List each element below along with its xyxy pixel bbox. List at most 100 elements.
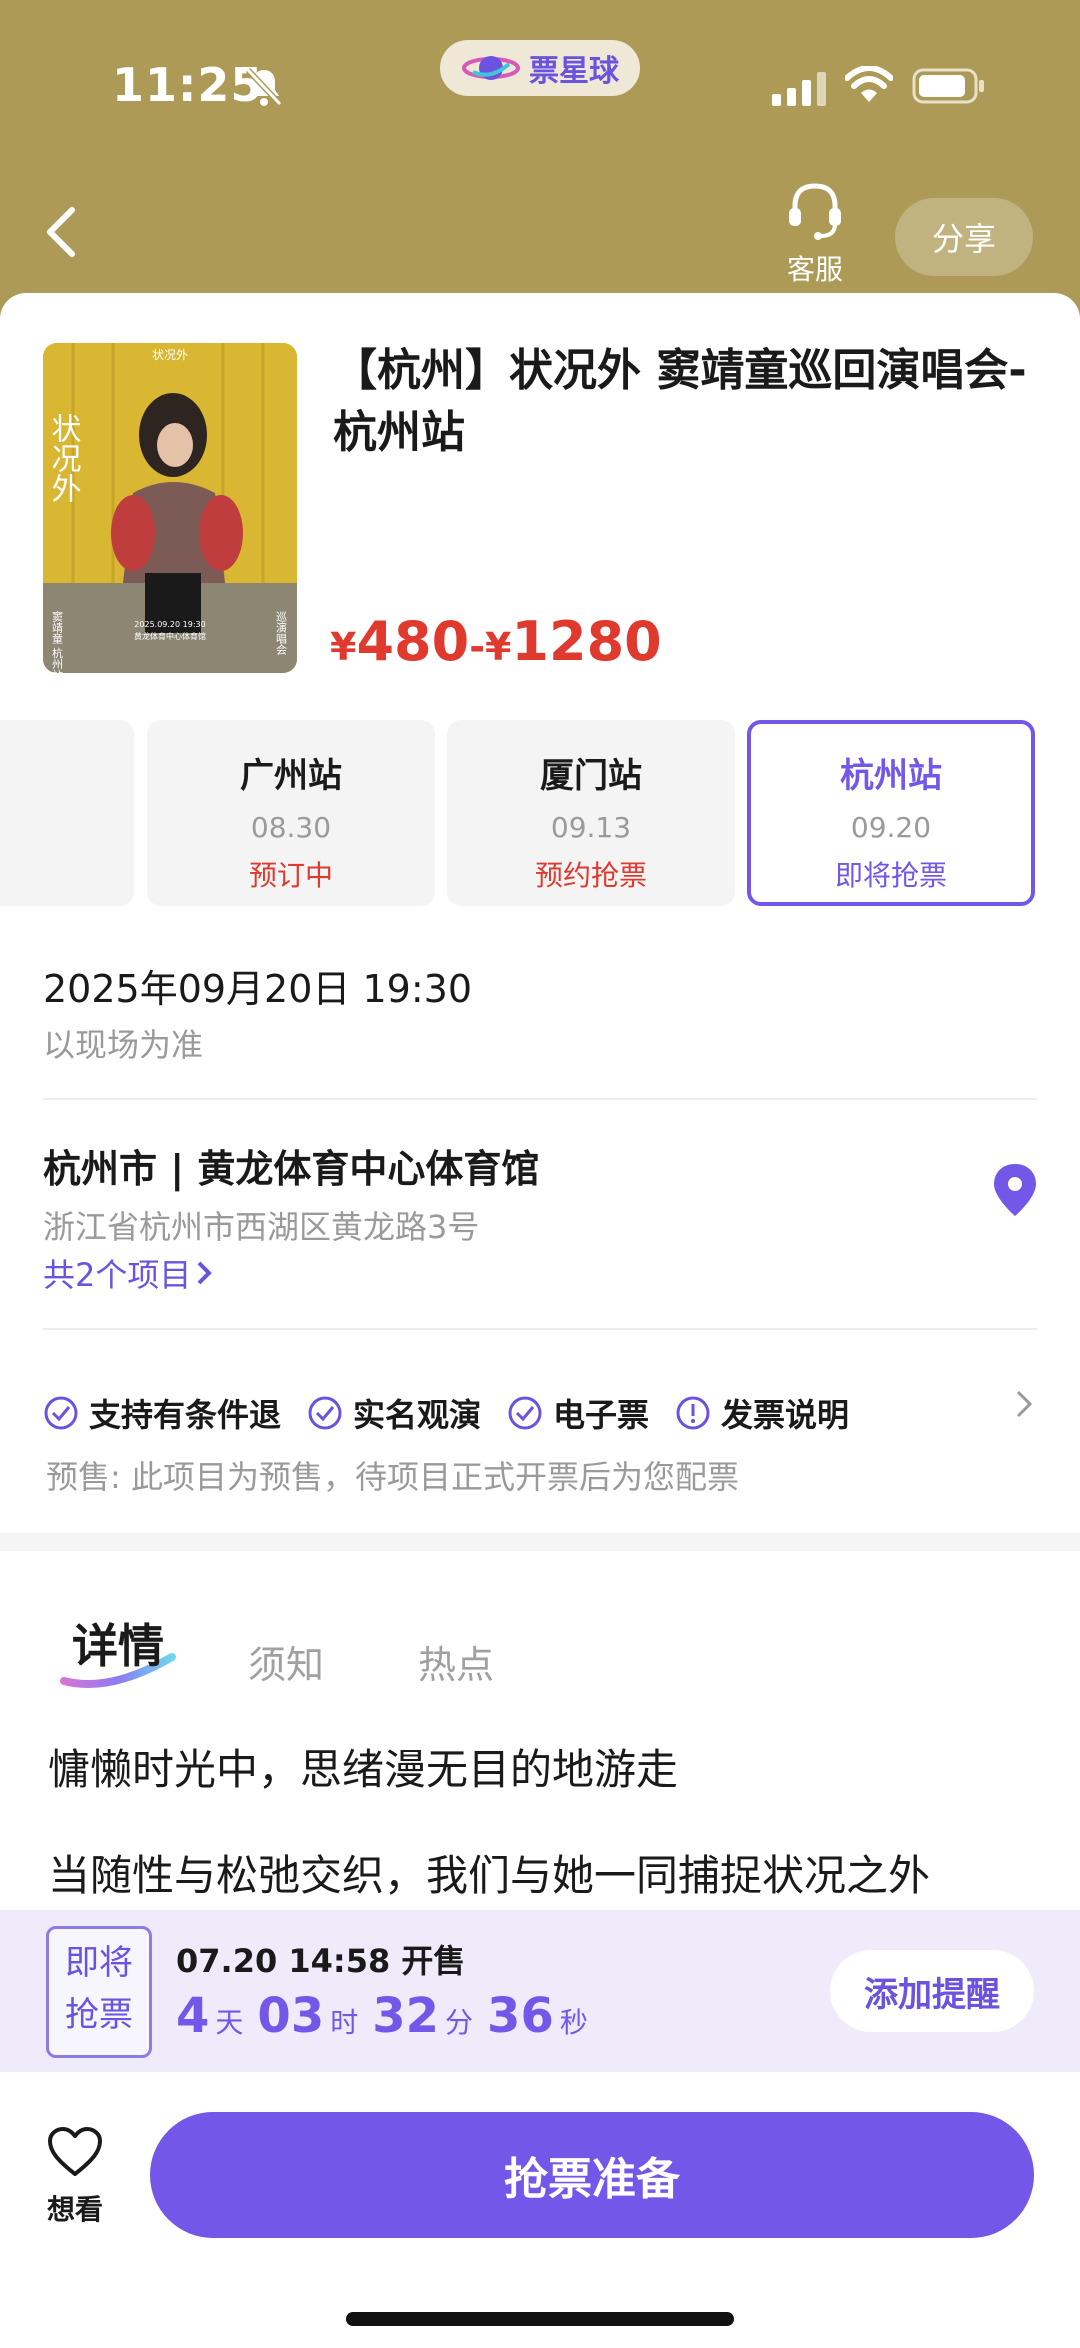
section-gap xyxy=(0,1533,1080,1551)
brand-planet-icon xyxy=(462,56,520,80)
event-datetime: 2025年09月20日 19:30 xyxy=(43,967,473,1011)
badge-line: 抢票 xyxy=(65,1995,133,2035)
brand-pill[interactable]: 票星球 xyxy=(440,40,640,96)
poster-venue-line: 黄龙体育中心体育馆 xyxy=(134,631,206,641)
bottom-action-bar: 想看 抢票准备 xyxy=(0,2072,1080,2348)
heart-icon xyxy=(48,2127,102,2176)
tab-details[interactable]: 详情 xyxy=(72,1610,164,1676)
city-tab-xiamen[interactable]: 厦门站 09.13 预约抢票 xyxy=(447,720,735,906)
countdown-minutes: 32 xyxy=(372,1988,440,2044)
unit: 时 xyxy=(330,2006,359,2039)
city-selector: 京站 23 抢票 广州站 08.30 预订中 厦门站 09.13 预约抢票 杭州… xyxy=(0,720,1080,908)
screen: 11:25 票星球 客服 分享 状况外 状况外 窦靖童 杭州站 巡演唱会 202… xyxy=(0,0,1080,2348)
city-tab-guangzhou[interactable]: 广州站 08.30 预订中 xyxy=(147,720,435,906)
tag-refund: 支持有条件退 xyxy=(43,1390,281,1436)
headset-icon xyxy=(789,183,841,240)
poster-date-line: 2025.09.20 19:30 xyxy=(134,620,205,629)
description-paragraph: 当随性与松弛交织，我们与她一同捕捉状况之外 xyxy=(48,1851,931,1900)
want-to-see-button[interactable]: 想看 xyxy=(40,2126,110,2228)
city-status: 预约抢票 xyxy=(534,859,647,892)
projects-link[interactable]: 共2个项目 xyxy=(43,1250,213,1296)
customer-service-button[interactable]: 客服 xyxy=(780,180,850,290)
divider xyxy=(43,1328,1037,1330)
city-tab-0[interactable]: 京站 23 抢票 xyxy=(0,720,134,906)
city-name: 京站 xyxy=(0,748,134,797)
wifi-icon xyxy=(845,66,893,102)
tag-label: 电子票 xyxy=(553,1396,650,1434)
unit: 天 xyxy=(215,2006,244,2039)
back-icon[interactable] xyxy=(36,200,88,264)
projects-link-label: 共2个项目 xyxy=(43,1256,192,1294)
brand-name: 票星球 xyxy=(529,54,619,89)
presale-note: 预售: 此项目为预售，待项目正式开票后为您配票 xyxy=(46,1458,739,1496)
poster-top-text: 状况外 xyxy=(152,348,188,362)
poster-big-text: 状况外 xyxy=(46,413,82,503)
chevron-right-icon xyxy=(197,1261,213,1285)
share-button[interactable]: 分享 xyxy=(895,198,1033,276)
countdown-timer: 4天 03 时 32 分 36 秒 xyxy=(176,1988,602,2044)
city-name: 杭州站 xyxy=(840,756,942,796)
city-name: 厦门站 xyxy=(540,756,642,796)
tab-hot[interactable]: 热点 xyxy=(418,1634,494,1689)
sale-countdown: 即将 抢票 07.20 14:58 开售 4天 03 时 32 分 36 秒 添加提醒 xyxy=(0,1910,1080,2072)
countdown-days: 4 xyxy=(176,1988,210,2044)
want-to-see-label: 想看 xyxy=(46,2193,103,2226)
venue-name: 杭州市 | 黄龙体育中心体育馆 xyxy=(43,1147,540,1191)
poster-side-right: 巡演唱会 xyxy=(275,611,288,655)
city-status: 抢票 xyxy=(0,854,134,934)
grab-ticket-button[interactable]: 抢票准备 xyxy=(150,2112,1034,2238)
check-circle-icon xyxy=(308,1396,342,1430)
bell-off-icon xyxy=(245,67,283,107)
tab-notice[interactable]: 须知 xyxy=(248,1634,324,1689)
tag-realname: 实名观演 xyxy=(307,1390,481,1436)
city-status: 预订中 xyxy=(248,859,333,892)
tag-invoice: 发票说明 xyxy=(675,1390,849,1436)
description-paragraph: 慵懒时光中，思绪漫无目的地游走 xyxy=(48,1745,679,1794)
countdown-seconds: 36 xyxy=(487,1988,554,2044)
service-tags[interactable]: 支持有条件退 实名观演 电子票 发票说明 xyxy=(43,1388,1043,1438)
city-status: 即将抢票 xyxy=(834,859,947,892)
detail-tabs: 详情 须知 热点 xyxy=(0,1600,1080,1700)
price-low: 480 xyxy=(356,610,470,673)
price-separator: - xyxy=(469,625,485,669)
check-circle-icon xyxy=(508,1396,542,1430)
price-currency-high: ¥ xyxy=(484,625,512,669)
exclamation-circle-icon xyxy=(676,1396,710,1430)
datetime-note: 以现场为准 xyxy=(43,1026,204,1064)
city-date: 09.13 xyxy=(550,811,632,844)
city-date: 23 xyxy=(0,811,134,844)
poster-side-left: 窦靖童 杭州站 xyxy=(51,611,64,673)
location-pin-icon[interactable] xyxy=(990,1162,1040,1218)
poster-image: 状况外 状况外 窦靖童 杭州站 巡演唱会 2025.09.20 19:30 黄龙… xyxy=(43,343,297,673)
check-circle-icon xyxy=(44,1396,78,1430)
event-poster[interactable]: 状况外 状况外 窦靖童 杭州站 巡演唱会 2025.09.20 19:30 黄龙… xyxy=(43,343,297,673)
city-date: 09.20 xyxy=(850,811,932,844)
badge-line: 即将 xyxy=(65,1943,133,1983)
price-high: 1280 xyxy=(511,610,662,673)
home-indicator xyxy=(346,2312,734,2326)
price-range: ¥480-¥1280 xyxy=(330,610,662,673)
battery-icon xyxy=(912,68,984,104)
city-tab-hangzhou[interactable]: 杭州站 09.20 即将抢票 xyxy=(747,720,1035,906)
cellular-signal-icon xyxy=(772,72,826,106)
divider xyxy=(43,1098,1037,1100)
tag-label: 支持有条件退 xyxy=(89,1396,282,1434)
city-date: 08.30 xyxy=(250,811,332,844)
tag-label: 发票说明 xyxy=(721,1396,850,1434)
unit: 秒 xyxy=(559,2006,588,2039)
price-currency-low: ¥ xyxy=(330,625,357,669)
venue-address: 浙江省杭州市西湖区黄龙路3号 xyxy=(43,1208,480,1246)
unit: 分 xyxy=(445,2006,474,2039)
sale-time: 07.20 14:58 开售 xyxy=(176,1942,466,1980)
tag-label: 实名观演 xyxy=(353,1396,482,1434)
chevron-right-icon[interactable] xyxy=(1012,1386,1038,1422)
coming-soon-badge: 即将 抢票 xyxy=(46,1926,152,2058)
status-time: 11:25 xyxy=(112,58,264,112)
status-bar: 11:25 票星球 xyxy=(0,0,1080,170)
customer-service-label: 客服 xyxy=(786,253,843,286)
countdown-hours: 03 xyxy=(257,1988,325,2044)
event-title: 【杭州】状况外 窦靖童巡回演唱会-杭州站 xyxy=(333,345,1027,458)
tag-eticket: 电子票 xyxy=(507,1390,649,1436)
city-name: 广州站 xyxy=(240,756,342,796)
add-reminder-button[interactable]: 添加提醒 xyxy=(830,1950,1034,2032)
